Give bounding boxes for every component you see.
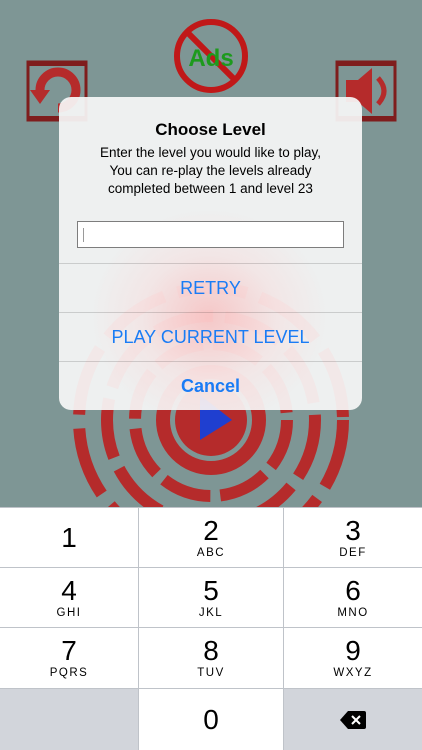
cancel-button[interactable]: Cancel [59,361,362,410]
ads-label: Ads [188,45,233,72]
key-4[interactable]: 4 GHI [0,568,138,627]
dialog-title: Choose Level [155,120,266,139]
key-2[interactable]: 2 ABC [139,508,283,567]
key-3[interactable]: 3 DEF [284,508,422,567]
key-7[interactable]: 7 PQRS [0,628,138,688]
key-6[interactable]: 6 MNO [284,568,422,627]
key-9[interactable]: 9 WXYZ [284,628,422,688]
backspace-icon [340,710,366,729]
key-5[interactable]: 5 JKL [139,568,283,627]
numeric-keypad: 1 2 ABC 3 DEF 4 GHI 5 JKL 6 MNO 7 PQRS 8… [0,507,422,750]
text-caret [83,228,84,242]
key-0[interactable]: 0 [139,689,283,750]
play-current-level-button[interactable]: PLAY CURRENT LEVEL [59,312,362,361]
key-8[interactable]: 8 TUV [139,628,283,688]
key-blank [0,689,138,750]
retry-button[interactable]: RETRY [59,263,362,312]
key-1[interactable]: 1 [0,508,138,567]
no-ads-icon[interactable]: Ads [174,19,248,93]
choose-level-dialog: Choose Level Enter the level you would l… [59,97,362,410]
delete-key[interactable] [284,689,422,750]
dialog-message: Enter the level you would like to play, … [99,145,322,196]
level-input[interactable] [77,221,344,248]
